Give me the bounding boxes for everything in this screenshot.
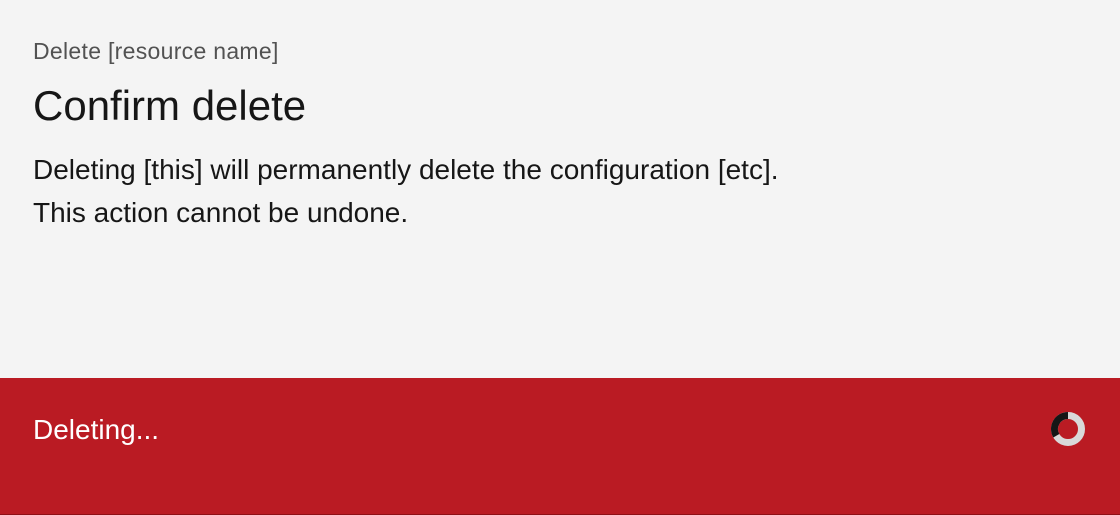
modal-label: Delete [resource name] — [33, 38, 279, 64]
modal-body: Delete [resource name] Confirm delete De… — [0, 0, 1120, 378]
modal-heading: Confirm delete — [33, 82, 307, 129]
modal-footer: Deleting... — [0, 378, 1120, 515]
deleting-status-text: Deleting... — [33, 414, 160, 445]
delete-confirmation-modal: Delete [resource name] Confirm delete De… — [0, 0, 1120, 515]
modal-description: Deleting [this] will permanently delete … — [33, 154, 779, 228]
loading-spinner-icon — [1051, 412, 1085, 446]
